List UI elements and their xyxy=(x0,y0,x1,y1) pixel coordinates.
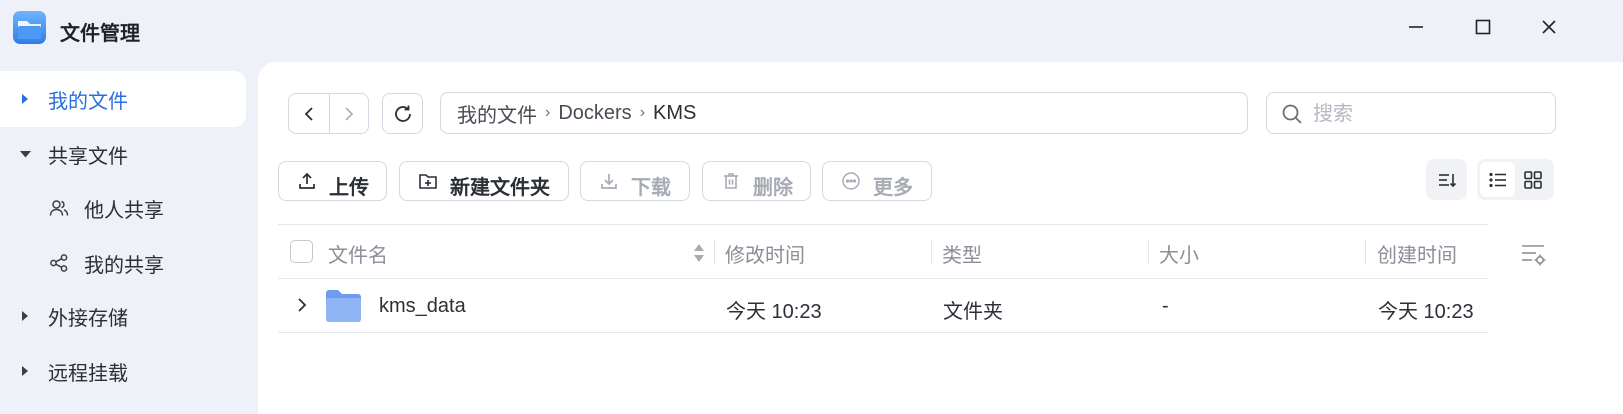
share-icon xyxy=(49,253,69,273)
folder-icon xyxy=(326,290,361,322)
more-button[interactable]: 更多 xyxy=(822,161,932,201)
new-folder-button[interactable]: 新建文件夹 xyxy=(399,161,569,201)
refresh-button[interactable] xyxy=(382,93,423,134)
minimize-icon xyxy=(1409,26,1423,28)
upload-button[interactable]: 上传 xyxy=(278,161,387,201)
caret-right-icon[interactable] xyxy=(19,310,31,322)
sidebar-item-label: 共享文件 xyxy=(48,145,128,168)
new-folder-icon xyxy=(418,171,438,191)
download-label: 下载 xyxy=(631,177,671,199)
trash-icon xyxy=(721,171,741,191)
column-header-name[interactable]: 文件名 xyxy=(328,239,388,268)
close-button[interactable] xyxy=(1534,12,1564,42)
list-view-icon xyxy=(1488,172,1506,187)
upload-label: 上传 xyxy=(329,177,369,199)
sidebar-item-label: 外接存储 xyxy=(48,307,128,330)
file-type: 文件夹 xyxy=(943,301,1003,323)
search-box[interactable] xyxy=(1266,92,1556,134)
sidebar-item-label: 他人共享 xyxy=(84,199,164,222)
sidebar-item-label: 我的共享 xyxy=(84,254,164,277)
more-label: 更多 xyxy=(873,177,913,199)
chevron-left-icon xyxy=(304,106,313,121)
breadcrumb-item-current[interactable]: KMS xyxy=(653,102,696,125)
sidebar-item-remote-mount[interactable]: 远程挂载 xyxy=(0,343,246,399)
search-icon xyxy=(1281,103,1303,125)
sidebar-item-label: 远程挂载 xyxy=(48,362,128,385)
breadcrumb[interactable]: 我的文件 › Dockers › KMS xyxy=(440,92,1248,134)
column-header-created[interactable]: 创建时间 xyxy=(1377,239,1457,268)
download-button[interactable]: 下载 xyxy=(580,161,690,201)
more-icon xyxy=(841,171,861,191)
maximize-button[interactable] xyxy=(1468,12,1498,42)
users-icon xyxy=(49,198,69,218)
sort-icon xyxy=(1438,173,1456,187)
file-name[interactable]: kms_data xyxy=(379,295,466,318)
column-divider[interactable] xyxy=(714,240,715,264)
file-manager-app-icon xyxy=(13,11,46,44)
view-mode-toggle xyxy=(1477,159,1554,200)
table-header: 文件名 修改时间 类型 大小 创建时间 xyxy=(278,224,1488,279)
sidebar-item-label: 我的文件 xyxy=(48,90,128,113)
sidebar-item-shared-files[interactable]: 共享文件 xyxy=(0,126,246,182)
column-header-modified[interactable]: 修改时间 xyxy=(725,239,805,268)
column-settings-icon[interactable] xyxy=(1520,242,1548,268)
table-row[interactable]: kms_data 今天 10:23 文件夹 - 今天 10:23 xyxy=(278,279,1488,333)
new-folder-label: 新建文件夹 xyxy=(450,177,550,199)
back-button[interactable] xyxy=(289,94,329,133)
file-created-time: 今天 10:23 xyxy=(1378,301,1474,323)
sort-button[interactable] xyxy=(1426,159,1467,200)
column-divider[interactable] xyxy=(1365,240,1366,264)
delete-button[interactable]: 删除 xyxy=(702,161,811,201)
sidebar-item-my-files[interactable]: 我的文件 xyxy=(0,71,246,127)
sidebar-item-my-shares[interactable]: 我的共享 xyxy=(0,235,246,291)
navigation-buttons xyxy=(288,93,369,134)
column-divider[interactable] xyxy=(931,240,932,264)
column-header-type[interactable]: 类型 xyxy=(942,239,982,268)
search-input[interactable] xyxy=(1313,101,1543,127)
upload-icon xyxy=(297,171,317,191)
breadcrumb-separator-icon: › xyxy=(545,104,551,121)
download-icon xyxy=(599,171,619,191)
close-icon xyxy=(1542,20,1556,34)
sidebar: 我的文件 共享文件 他人共享 我的共享 外接存储 远程挂载 xyxy=(0,62,258,414)
maximize-icon xyxy=(1475,19,1491,35)
select-all-checkbox[interactable] xyxy=(290,240,313,263)
main-panel: 我的文件 › Dockers › KMS 上传 新建文件夹 xyxy=(258,62,1623,414)
minimize-button[interactable] xyxy=(1401,12,1431,42)
chevron-right-icon xyxy=(345,106,354,121)
file-size: - xyxy=(1162,295,1169,317)
delete-label: 删除 xyxy=(753,177,793,199)
caret-down-icon[interactable] xyxy=(19,148,31,160)
column-divider[interactable] xyxy=(1148,240,1149,264)
breadcrumb-item[interactable]: Dockers xyxy=(558,102,631,125)
file-modified-time: 今天 10:23 xyxy=(726,301,822,323)
title-bar: 文件管理 xyxy=(0,0,1623,62)
window-title: 文件管理 xyxy=(60,23,140,45)
sort-arrows-icon[interactable] xyxy=(692,241,706,265)
grid-view-button[interactable] xyxy=(1515,162,1550,197)
sidebar-item-shared-with-me[interactable]: 他人共享 xyxy=(0,180,246,236)
list-view-button[interactable] xyxy=(1480,162,1515,197)
caret-right-icon[interactable] xyxy=(19,93,31,105)
caret-right-icon[interactable] xyxy=(19,365,31,377)
breadcrumb-item[interactable]: 我的文件 xyxy=(457,99,537,128)
forward-button[interactable] xyxy=(328,94,369,133)
breadcrumb-separator-icon: › xyxy=(639,104,646,121)
sidebar-item-external-storage[interactable]: 外接存储 xyxy=(0,288,246,344)
column-header-size[interactable]: 大小 xyxy=(1159,239,1199,268)
grid-view-icon xyxy=(1523,170,1542,189)
chevron-right-icon[interactable] xyxy=(295,297,309,313)
refresh-icon xyxy=(394,105,411,122)
